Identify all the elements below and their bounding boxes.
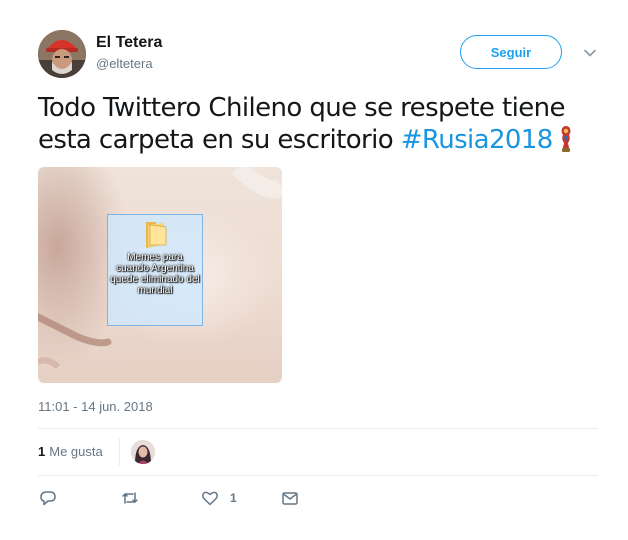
heart-icon	[202, 491, 218, 506]
tweet-timestamp[interactable]: 11:01 - 14 jun. 2018	[38, 399, 153, 414]
reply-button[interactable]	[38, 488, 58, 508]
likes-count: 1	[38, 444, 46, 459]
divider	[38, 475, 598, 476]
author-display-name[interactable]: El Tetera	[96, 34, 162, 52]
like-count: 1	[230, 491, 237, 505]
desktop-folder[interactable]: Memes para cuando Argentina quede elimin…	[107, 214, 203, 326]
user-avatar-icon	[38, 30, 86, 78]
tweet-text: Todo Twittero Chileno que se respete tie…	[38, 92, 598, 156]
divider	[38, 428, 598, 429]
stat-separator	[119, 438, 120, 466]
author-avatar[interactable]	[38, 30, 86, 78]
trophy-emoji-icon	[561, 126, 571, 152]
tweet-media-image[interactable]: Memes para cuando Argentina quede elimin…	[38, 167, 282, 383]
folder-icon	[146, 222, 167, 248]
hashtag-link[interactable]: #Rusia2018	[401, 125, 554, 155]
like-button[interactable]: 1	[200, 488, 237, 508]
folder-label: Memes para cuando Argentina quede elimin…	[110, 252, 200, 296]
chevron-down-icon[interactable]	[582, 45, 598, 61]
envelope-icon	[282, 492, 298, 505]
liker-avatar[interactable]	[131, 440, 155, 464]
follow-button[interactable]: Seguir	[460, 35, 562, 69]
direct-message-button[interactable]	[280, 488, 300, 508]
author-handle[interactable]: @eltetera	[96, 56, 153, 71]
likes-label: Me gusta	[49, 444, 103, 459]
reply-icon	[40, 491, 56, 506]
retweet-button[interactable]	[120, 488, 140, 508]
likes-stat[interactable]: 1 Me gusta	[38, 444, 103, 459]
user-avatar-icon	[131, 440, 155, 464]
retweet-icon	[122, 492, 138, 504]
